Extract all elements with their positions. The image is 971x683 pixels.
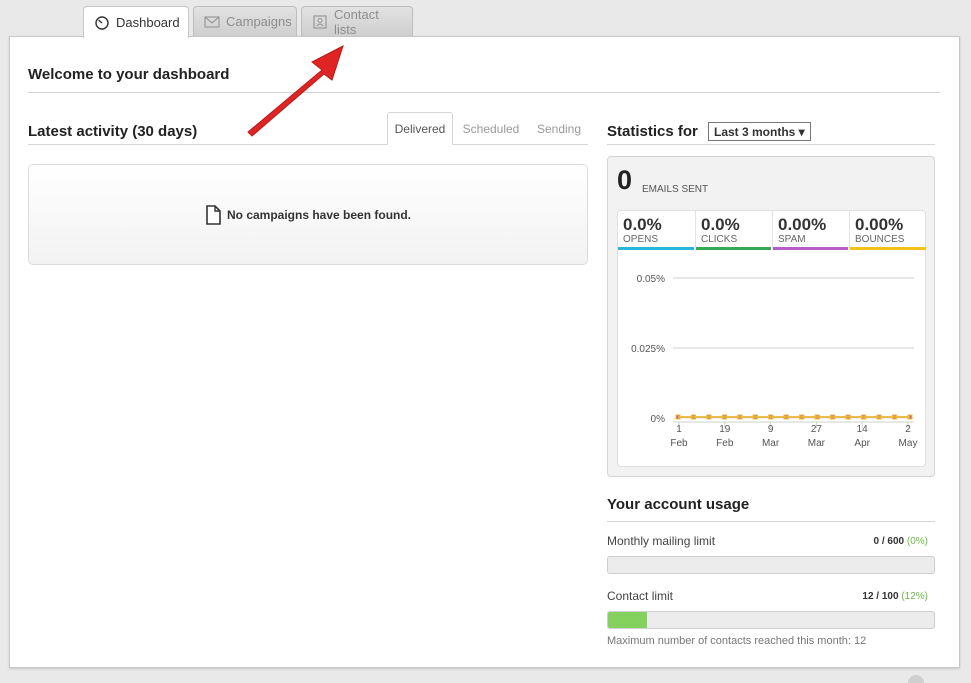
x-tick-month: Feb bbox=[716, 438, 734, 449]
tab-campaigns[interactable]: Campaigns bbox=[193, 6, 297, 36]
x-tick-day: 2 bbox=[905, 424, 911, 435]
metric-label: BOUNCES bbox=[855, 234, 905, 245]
empty-campaigns-box: No campaigns have been found. bbox=[28, 164, 588, 265]
tab-delivered[interactable]: Delivered bbox=[387, 112, 453, 145]
page-title: Welcome to your dashboard bbox=[28, 66, 230, 83]
total: / 600 bbox=[879, 536, 905, 547]
metric-bar bbox=[850, 247, 926, 250]
empty-message: No campaigns have been found. bbox=[226, 207, 412, 222]
x-tick-day: 1 bbox=[676, 424, 682, 435]
statistics-inner: 0.0% OPENS 0.0% CLICKS 0.00% SPAM 0.00% … bbox=[617, 210, 926, 467]
mailing-limit-label: Monthly mailing limit bbox=[607, 534, 716, 548]
tab-label: Contact lists bbox=[334, 6, 379, 37]
y-tick-label: 0.05% bbox=[637, 274, 665, 285]
percent: (0%) bbox=[904, 536, 928, 547]
x-tick-month: Mar bbox=[808, 438, 826, 449]
document-icon bbox=[205, 204, 221, 225]
emails-sent-count: 0 bbox=[617, 165, 633, 195]
y-tick-label: 0.025% bbox=[631, 344, 665, 355]
metric-label: CLICKS bbox=[701, 234, 738, 245]
statistics-title: Statistics for bbox=[607, 123, 698, 140]
metric-value: 0.00% bbox=[855, 215, 904, 234]
metric-value: 0.0% bbox=[623, 215, 662, 234]
envelope-icon bbox=[204, 15, 220, 29]
statistics-divider bbox=[607, 144, 935, 145]
metric-clicks: 0.0% CLICKS bbox=[696, 211, 773, 250]
x-tick-day: 9 bbox=[768, 424, 774, 435]
metric-bounces: 0.00% BOUNCES bbox=[850, 211, 927, 250]
metric-bar bbox=[773, 247, 848, 250]
usage-title: Your account usage bbox=[607, 496, 750, 513]
contact-limit-value: 12 / 100 (12%) bbox=[807, 591, 928, 602]
metric-label: OPENS bbox=[623, 234, 659, 245]
usage-divider bbox=[607, 521, 935, 522]
gauge-icon bbox=[94, 15, 110, 30]
divider bbox=[28, 92, 940, 93]
period-select[interactable]: Last 3 months ▾ bbox=[708, 122, 811, 141]
tab-dashboard[interactable]: Dashboard bbox=[83, 6, 189, 38]
metric-bar bbox=[618, 247, 694, 250]
metric-label: SPAM bbox=[778, 234, 806, 245]
contact-limit-label: Contact limit bbox=[607, 589, 674, 603]
mailing-limit-progress bbox=[607, 556, 935, 574]
contacts-note: Maximum number of contacts reached this … bbox=[607, 635, 867, 647]
tab-scheduled[interactable]: Scheduled bbox=[456, 112, 526, 145]
x-tick-month: Feb bbox=[670, 438, 688, 449]
contact-limit-progress bbox=[607, 611, 935, 629]
address-book-icon bbox=[312, 14, 328, 29]
metric-spam: 0.00% SPAM bbox=[773, 211, 850, 250]
y-tick-label: 0% bbox=[651, 414, 666, 425]
total: / 100 bbox=[873, 591, 899, 602]
x-tick-month: Apr bbox=[854, 438, 870, 449]
mailing-limit-value: 0 / 600 (0%) bbox=[807, 536, 929, 547]
statistics-box: 0 EMAILS SENT 0.0% OPENS 0.0% CLICKS 0.0… bbox=[607, 156, 935, 477]
tab-contact-lists[interactable]: Contact lists bbox=[301, 6, 413, 37]
tab-sending[interactable]: Sending bbox=[530, 112, 588, 145]
progress-fill bbox=[608, 612, 648, 628]
red-arrow-icon bbox=[247, 44, 344, 137]
latest-activity-title: Latest activity (30 days) bbox=[28, 123, 198, 140]
metric-value: 0.0% bbox=[701, 215, 740, 234]
x-tick-day: 27 bbox=[811, 424, 823, 435]
percent: (12%) bbox=[898, 591, 928, 602]
tab-label: Dashboard bbox=[116, 15, 180, 30]
used: 12 bbox=[862, 591, 874, 602]
emails-sent-label: EMAILS SENT bbox=[642, 184, 709, 195]
x-tick-day: 14 bbox=[857, 424, 869, 435]
x-tick-day: 19 bbox=[719, 424, 731, 435]
scroll-indicator bbox=[908, 675, 924, 683]
metric-opens: 0.0% OPENS bbox=[618, 211, 696, 250]
metric-bar bbox=[696, 247, 771, 250]
statistics-chart: 0.05% 0.025% 0% 1 Feb 19 Feb 9 Mar 27 Mar 14 Apr 2 May bbox=[631, 274, 918, 449]
x-tick-month: Mar bbox=[762, 438, 780, 449]
x-tick-month: May bbox=[899, 438, 918, 449]
tab-label: Campaigns bbox=[226, 14, 292, 29]
metric-value: 0.00% bbox=[778, 215, 827, 234]
dashboard-panel: Welcome to your dashboard Latest activit… bbox=[9, 36, 960, 668]
